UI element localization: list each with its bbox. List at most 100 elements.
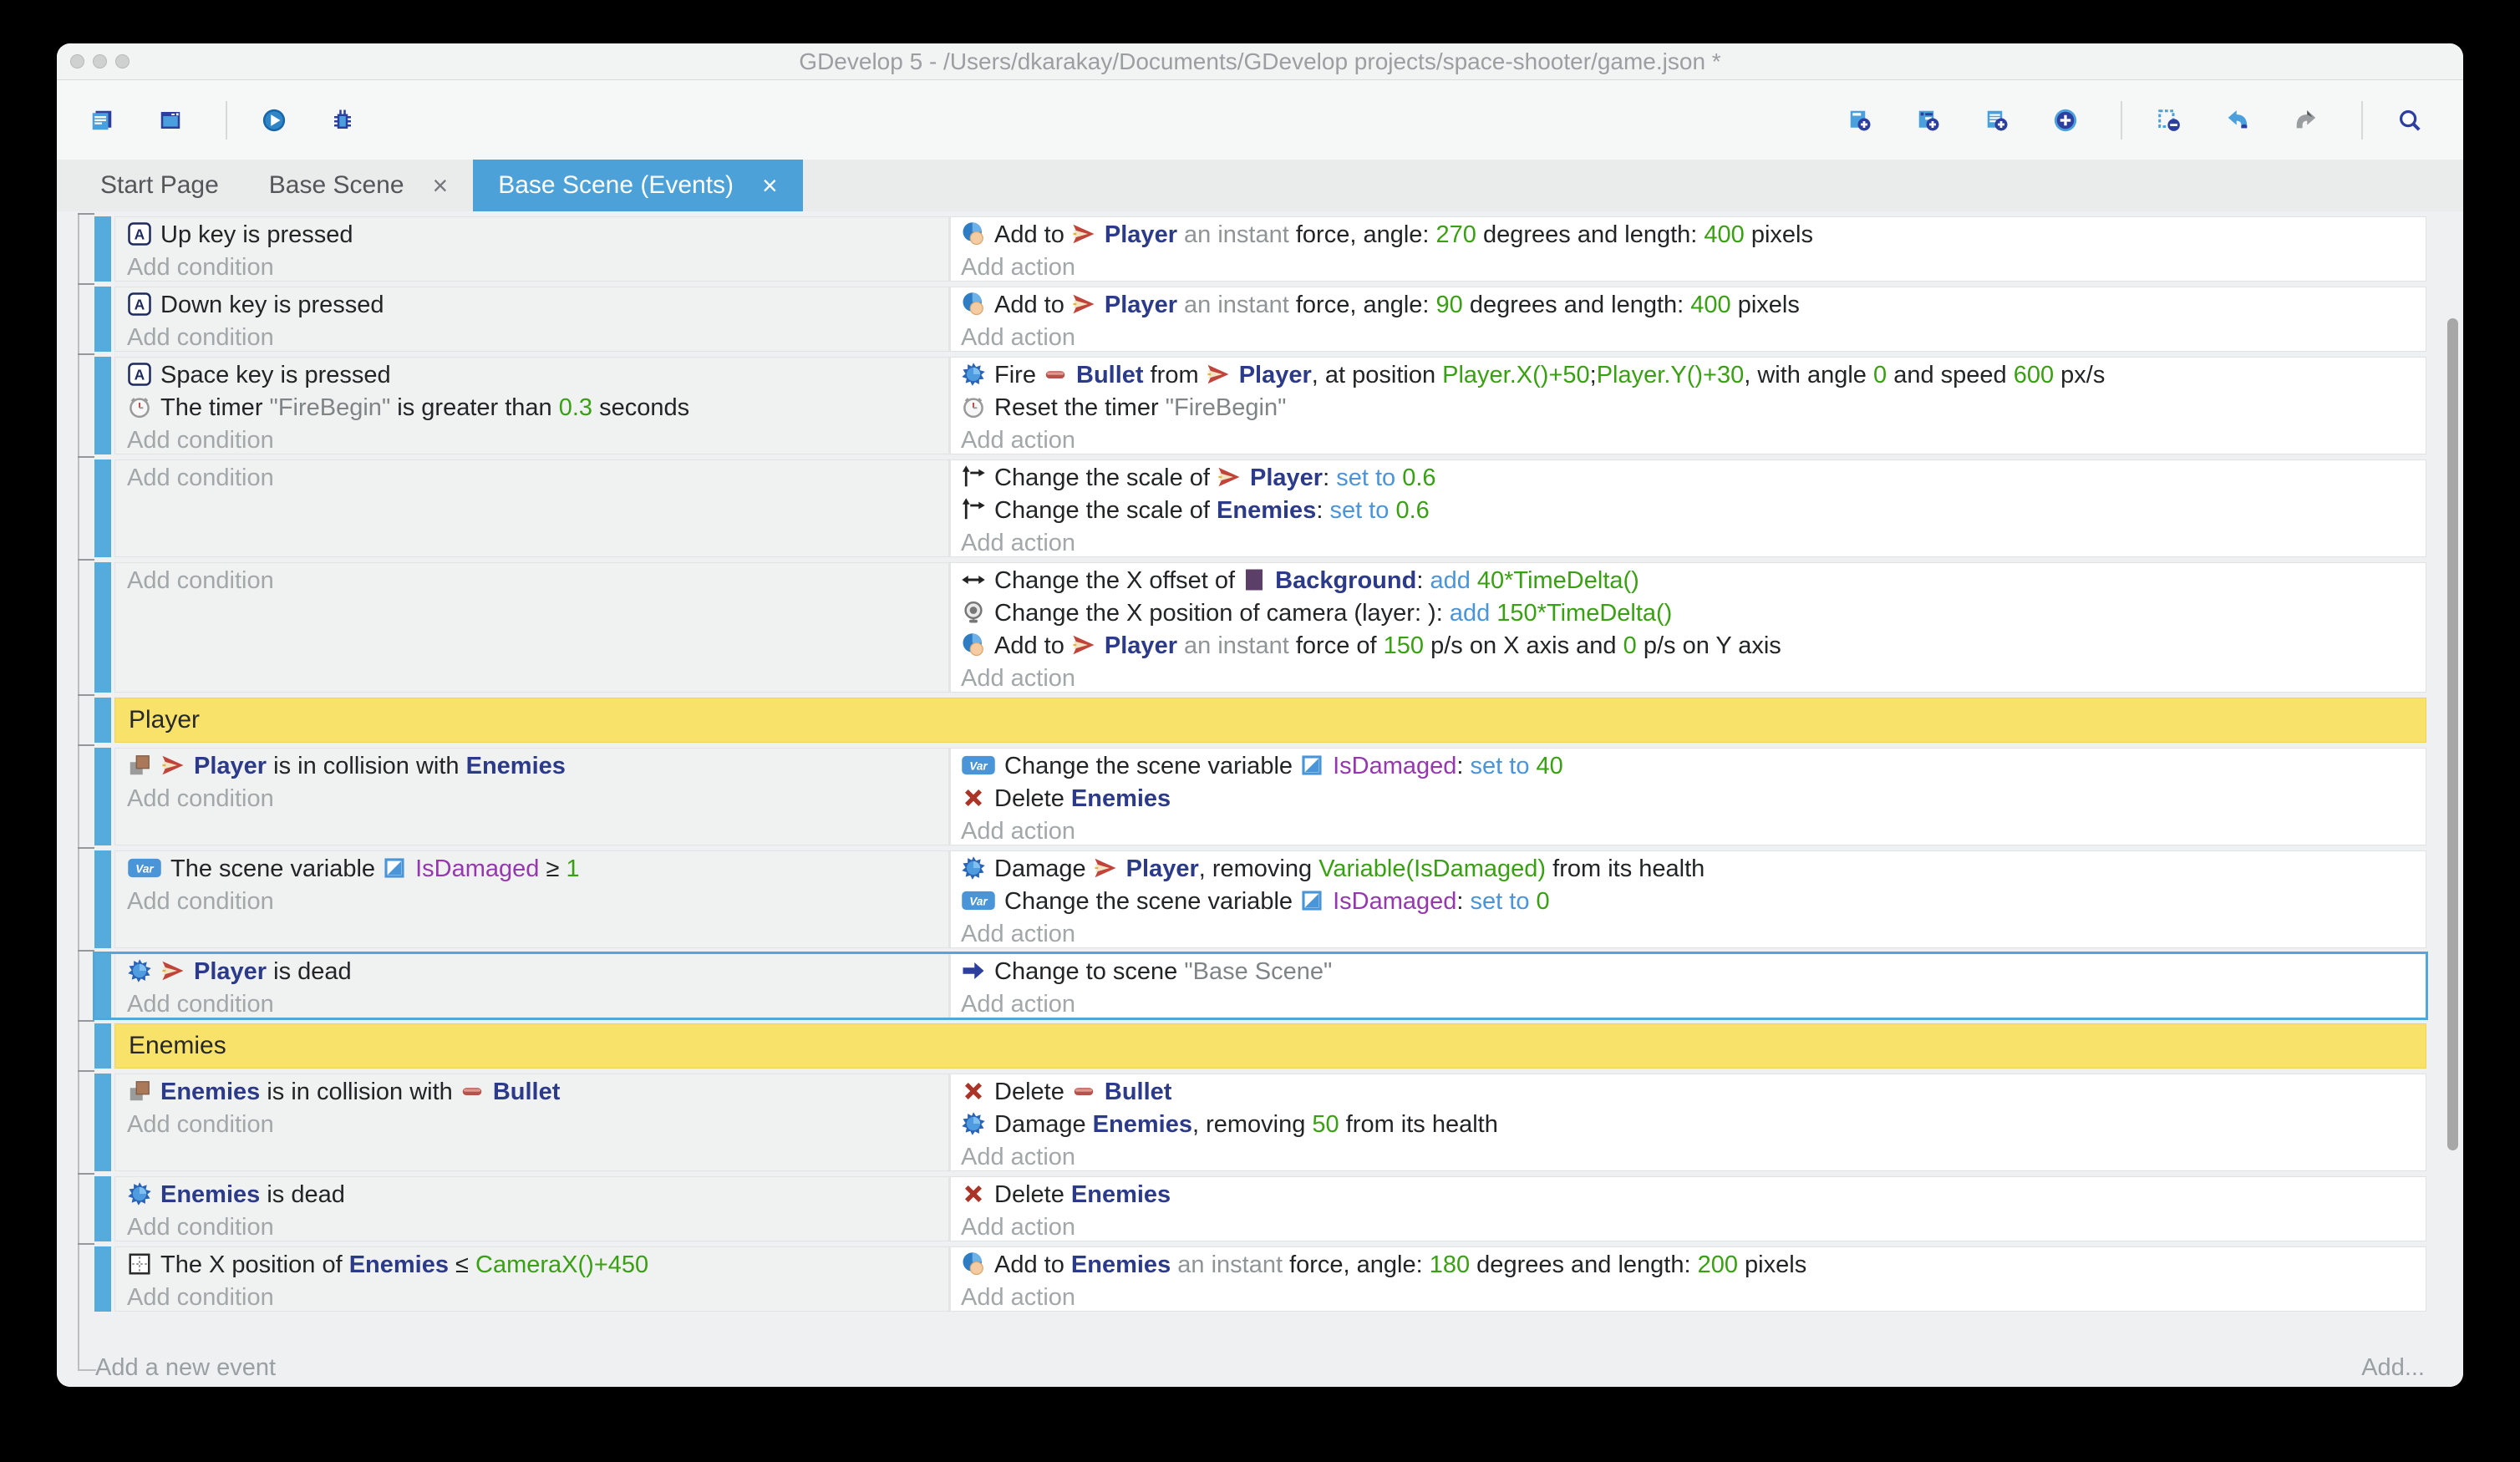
event-color-bar[interactable] [94,1023,111,1069]
condition-line[interactable]: Enemies is dead [127,1179,948,1211]
text-segment: Add to [994,1251,1071,1278]
condition-line[interactable]: VarThe scene variable IsDamaged ≥ 1 [127,853,948,886]
action-line[interactable]: Damage Player, removing Variable(IsDamag… [961,853,2426,886]
add-action-button[interactable]: Add action [961,251,2426,281]
add-action-button[interactable]: Add action [961,1282,2426,1311]
add-comment-button[interactable] [1977,96,2025,145]
var-icon: Var [961,753,996,778]
event-color-bar[interactable] [94,698,111,743]
condition-line[interactable]: AUp key is pressed [127,219,948,251]
event-color-bar[interactable] [94,748,111,845]
add-action-button[interactable]: Add action [961,662,2426,692]
var-icon: Var [961,888,996,913]
add-action-button[interactable]: Add action [961,1141,2426,1170]
minimize-button[interactable] [93,54,107,69]
add-action-button[interactable]: Add action [961,527,2426,556]
var-icon: Var [127,855,162,881]
group-row: Player [94,698,2426,743]
action-line[interactable]: Delete Enemies [961,783,2426,815]
action-line[interactable]: Add to Player an instant force, angle: 2… [961,219,2426,251]
event-color-bar[interactable] [94,459,111,557]
add-condition-button[interactable]: Add condition [127,322,948,351]
action-line[interactable]: Add to Player an instant force of 150 p/… [961,630,2426,662]
add-subevent-button[interactable] [1908,96,1957,145]
close-tab-icon[interactable]: × [762,172,778,199]
add-condition-button[interactable]: Add condition [127,1211,948,1241]
action-line[interactable]: Add to Player an instant force, angle: 9… [961,289,2426,322]
event-color-bar[interactable] [94,216,111,282]
play-button[interactable] [254,96,302,145]
condition-line[interactable]: Player is dead [127,956,948,988]
condition-line[interactable]: The X position of Enemies ≤ CameraX()+45… [127,1249,948,1282]
action-line[interactable]: VarChange the scene variable IsDamaged: … [961,886,2426,918]
action-line[interactable]: Add to Enemies an instant force, angle: … [961,1249,2426,1282]
add-action-button[interactable]: Add action [961,988,2426,1018]
add-condition-button[interactable]: Add condition [127,424,948,454]
text-segment: Enemies [1071,785,1171,812]
condition-line[interactable]: Enemies is in collision with Bullet [127,1076,948,1109]
group-header[interactable]: Enemies [114,1023,2426,1069]
conditions-cell: VarThe scene variable IsDamaged ≥ 1Add c… [115,851,951,947]
tab-start-page[interactable]: Start Page [75,160,244,211]
undo-button[interactable] [2218,96,2266,145]
add-new-event-button[interactable]: Add a new event [95,1354,276,1382]
add-condition-button[interactable]: Add condition [127,783,948,815]
event-row: AUp key is pressedAdd condition Add to Pl… [94,216,2426,282]
vertical-scrollbar-thumb[interactable] [2447,318,2458,1150]
event-color-bar[interactable] [94,1246,111,1312]
event-color-bar[interactable] [94,287,111,352]
add-action-button[interactable]: Add action [961,918,2426,947]
redo-button[interactable] [2286,96,2335,145]
event-color-bar[interactable] [94,562,111,693]
delete-selection-button[interactable] [2149,96,2197,145]
action-line[interactable]: Change the X offset of Background: add 4… [961,565,2426,597]
action-line[interactable]: Damage Enemies, removing 50 from its hea… [961,1109,2426,1141]
action-line[interactable]: Delete Enemies [961,1179,2426,1211]
add-action-button[interactable]: Add action [961,424,2426,454]
add-condition-button[interactable]: Add condition [127,462,948,495]
action-line[interactable]: Change the scale of Enemies: set to 0.6 [961,495,2426,527]
event-color-bar[interactable] [94,1074,111,1171]
event-color-bar[interactable] [94,1176,111,1241]
add-action-button[interactable]: Add action [961,815,2426,845]
add-action-button[interactable]: Add action [961,322,2426,351]
close-button[interactable] [70,54,84,69]
action-line[interactable]: Reset the timer "FireBegin" [961,392,2426,424]
action-line[interactable]: Change the scale of Player: set to 0.6 [961,462,2426,495]
event-color-bar[interactable] [94,953,111,1018]
condition-line[interactable]: The timer "FireBegin" is greater than 0.… [127,392,948,424]
scene-editor-button[interactable] [150,96,199,145]
text-segment: Player [1126,855,1199,882]
tab-base-scene-events-[interactable]: Base Scene (Events)× [473,160,803,211]
add-condition-button[interactable]: Add condition [127,251,948,281]
project-manager-button[interactable] [82,96,130,145]
add-plus-button[interactable] [2045,96,2094,145]
group-header[interactable]: Player [114,698,2426,743]
action-line[interactable]: Change to scene "Base Scene" [961,956,2426,988]
action-line[interactable]: Delete Bullet [961,1076,2426,1109]
condition-line[interactable]: ADown key is pressed [127,289,948,322]
add-condition-button[interactable]: Add condition [127,886,948,918]
debug-button[interactable] [323,96,371,145]
add-condition-button[interactable]: Add condition [127,1109,948,1141]
add-condition-button[interactable]: Add condition [127,988,948,1018]
text-segment: degrees and length: [1463,292,1690,318]
event-color-bar[interactable] [94,357,111,454]
add-condition-button[interactable]: Add condition [127,565,948,597]
text-segment: Enemies [1217,497,1316,524]
action-line[interactable]: Change the X position of camera (layer: … [961,597,2426,630]
scale-icon [961,464,986,490]
search-button[interactable] [2390,96,2438,145]
action-line[interactable]: Fire Bullet from Player, at position Pla… [961,359,2426,392]
add-event-button[interactable] [1840,96,1888,145]
add-condition-button[interactable]: Add condition [127,1282,948,1311]
add-action-button[interactable]: Add action [961,1211,2426,1241]
event-color-bar[interactable] [94,850,111,948]
action-line[interactable]: VarChange the scene variable IsDamaged: … [961,750,2426,783]
condition-line[interactable]: ASpace key is pressed [127,359,948,392]
zoom-button[interactable] [115,54,130,69]
close-tab-icon[interactable]: × [433,172,449,199]
condition-line[interactable]: Player is in collision with Enemies [127,750,948,783]
tab-base-scene[interactable]: Base Scene× [244,160,473,211]
add-more-button[interactable]: Add... [2361,1354,2425,1382]
